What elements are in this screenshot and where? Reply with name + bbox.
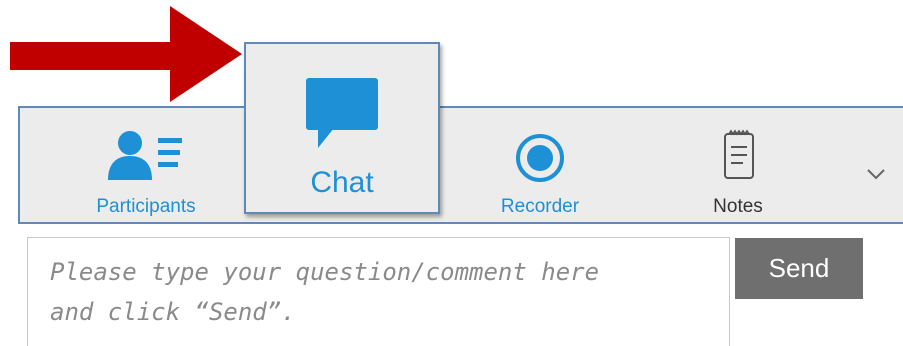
tab-notes[interactable]: Notes (668, 129, 808, 220)
tab-label-notes: Notes (713, 196, 763, 217)
chat-message-input[interactable]: Please type your question/comment here a… (27, 237, 730, 346)
chat-bubble-icon (306, 78, 378, 148)
tab-label-participants: Participants (96, 196, 196, 217)
tab-recorder[interactable]: Recorder (470, 130, 610, 220)
chat-placeholder-line-2: and click “Send”. (50, 298, 296, 326)
tab-label-chat: Chat (310, 166, 374, 199)
tab-chat[interactable]: Chat (244, 42, 440, 214)
participants-icon (108, 131, 182, 180)
pointer-arrow-icon (10, 6, 242, 102)
notepad-icon (724, 129, 754, 179)
chevron-down-icon[interactable] (862, 160, 890, 188)
record-icon (516, 134, 564, 182)
tab-label-recorder: Recorder (500, 196, 580, 217)
chat-placeholder-line-1: Please type your question/comment here (50, 258, 600, 286)
tab-participants[interactable]: Participants (66, 130, 226, 220)
send-button[interactable]: Send (735, 238, 863, 299)
